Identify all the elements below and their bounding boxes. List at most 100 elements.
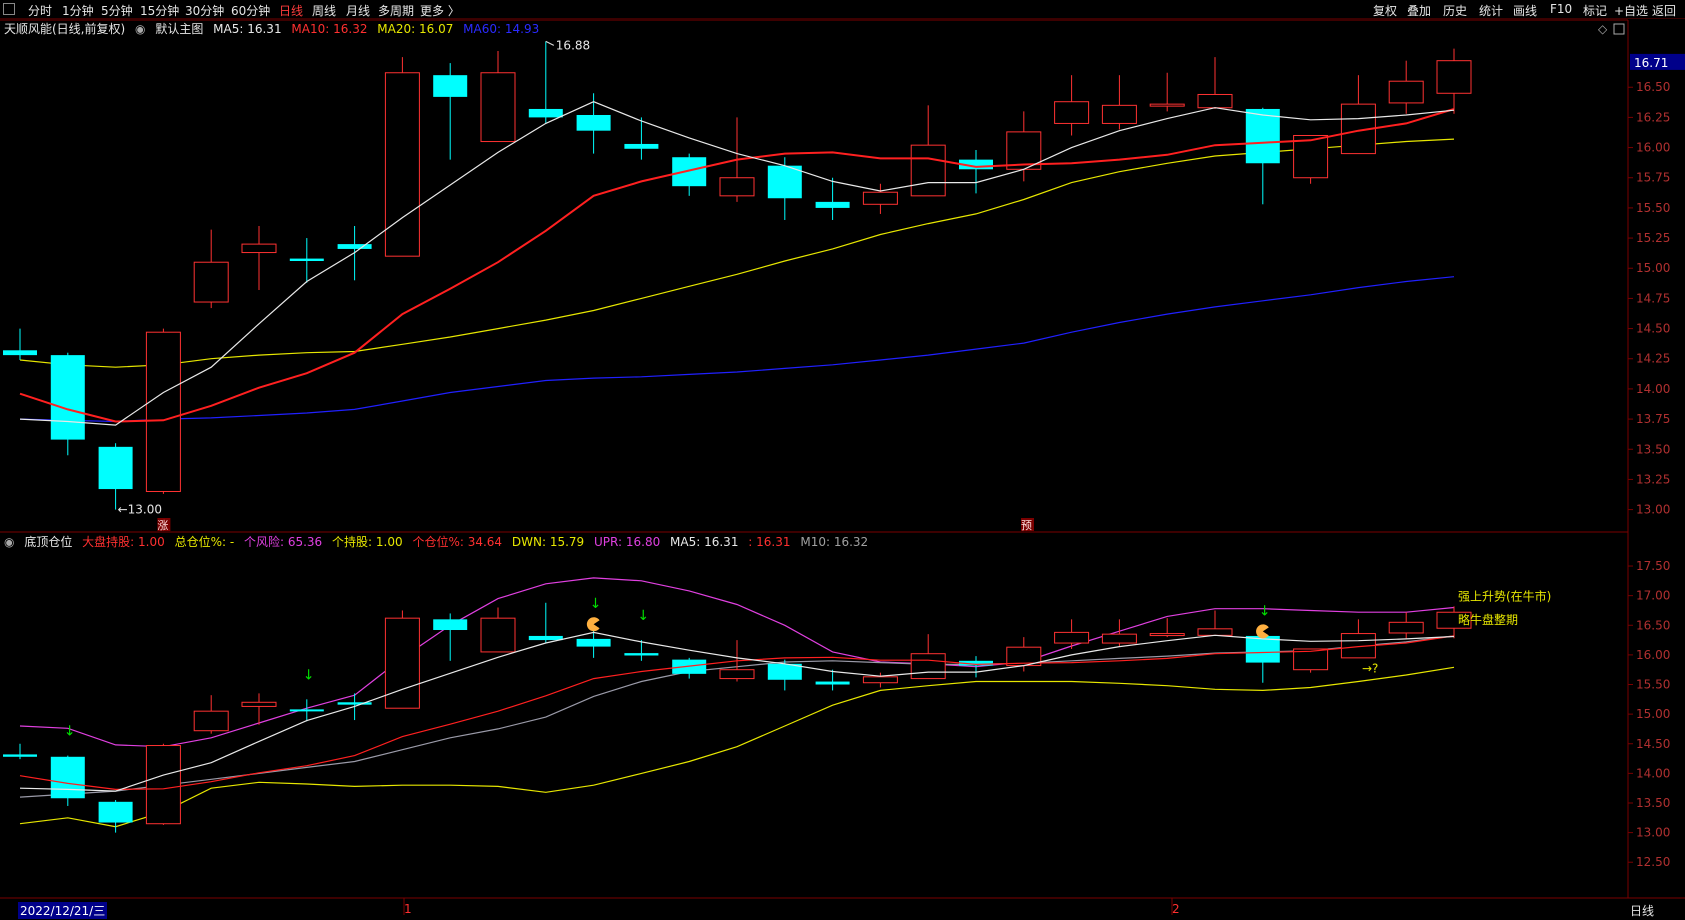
y-tick-label: 15.50 bbox=[1636, 678, 1670, 692]
ind-candle bbox=[289, 709, 324, 712]
main-candle bbox=[289, 258, 324, 262]
high-label: 16.88 bbox=[556, 38, 590, 52]
month-label-1: 1 bbox=[404, 902, 412, 916]
ind-candle bbox=[433, 619, 468, 631]
period-label[interactable]: 日线 bbox=[1630, 902, 1654, 919]
green-down-arrow-icon: ↓ bbox=[637, 608, 649, 624]
main-candle bbox=[241, 243, 277, 254]
main-candle bbox=[1245, 108, 1280, 164]
green-down-arrow-icon: ↓ bbox=[1259, 603, 1271, 619]
ind-candle bbox=[672, 659, 707, 674]
y-tick-label: 16.00 bbox=[1636, 141, 1670, 155]
y-tick-label: 14.50 bbox=[1636, 737, 1670, 751]
y-tick-label: 15.00 bbox=[1636, 261, 1670, 275]
y-tick-label: 13.25 bbox=[1636, 472, 1670, 486]
green-down-arrow-icon: ↓ bbox=[590, 596, 602, 612]
chart-canvas[interactable]: 16.50 16.25 16.00 15.75 15.50 15.25 15.00 14.75… bbox=[0, 0, 1685, 920]
diamond-icon: ◇ bbox=[1598, 22, 1608, 36]
main-candle bbox=[815, 201, 850, 208]
y-tick-label: 14.75 bbox=[1636, 291, 1670, 305]
main-candle bbox=[672, 157, 707, 187]
y-tick-label: 13.00 bbox=[1636, 826, 1670, 840]
ind-candle bbox=[241, 701, 277, 707]
main-candle bbox=[1101, 104, 1137, 124]
y-tick-label: 15.00 bbox=[1636, 707, 1670, 721]
y-tick-label: 13.50 bbox=[1636, 442, 1670, 456]
marker-zhang: 涨 bbox=[157, 519, 168, 532]
pacman-icon bbox=[586, 617, 600, 632]
low-label: ←13.00 bbox=[118, 503, 162, 517]
ind-candle bbox=[1149, 633, 1185, 637]
price-tag: 16.71 bbox=[1634, 56, 1668, 70]
main-candle bbox=[767, 165, 802, 199]
y-tick-label: 15.75 bbox=[1636, 171, 1670, 185]
main-candle bbox=[145, 331, 181, 492]
ma60-line bbox=[19, 276, 1455, 423]
dwn-line bbox=[19, 666, 1455, 828]
bottom-axis-bar: 2022/12/21/三 1 2 日线 bbox=[0, 900, 1685, 920]
trend-label-1: 强上升势(在牛市) bbox=[1458, 588, 1551, 603]
ind-candle bbox=[98, 801, 133, 823]
y-tick-label: 14.25 bbox=[1636, 352, 1670, 366]
main-candle bbox=[337, 244, 372, 249]
y-tick-label: 15.50 bbox=[1636, 201, 1670, 215]
main-candle bbox=[193, 261, 229, 303]
main-candle bbox=[384, 72, 420, 257]
main-candle bbox=[528, 108, 563, 118]
ind-candle bbox=[815, 681, 850, 685]
ind-candle bbox=[624, 653, 659, 656]
ind-candle bbox=[1054, 631, 1090, 644]
ind-candle bbox=[719, 669, 755, 680]
high-pointer bbox=[545, 40, 555, 46]
cursor-date: 2022/12/21/三 bbox=[18, 902, 108, 919]
ind-candle bbox=[910, 653, 946, 680]
main-candle bbox=[862, 191, 898, 205]
main-candle bbox=[50, 355, 85, 440]
ind-candle bbox=[50, 756, 85, 799]
marker-yu: 预 bbox=[1021, 519, 1032, 532]
main-candle bbox=[719, 177, 755, 197]
trend-label-2: 略牛盘整期 bbox=[1458, 612, 1518, 627]
main-candle bbox=[576, 114, 611, 131]
main-candle bbox=[1436, 60, 1472, 94]
ind-candle bbox=[384, 617, 420, 709]
main-candle bbox=[433, 75, 468, 97]
y-tick-label: 15.25 bbox=[1636, 231, 1670, 245]
y-tick-label: 16.25 bbox=[1636, 110, 1670, 124]
square-icon bbox=[1613, 23, 1625, 35]
y-tick-label: 17.00 bbox=[1636, 589, 1670, 603]
ind-candle bbox=[528, 635, 563, 641]
ind-candle bbox=[1101, 633, 1137, 644]
y-tick-label: 16.50 bbox=[1636, 80, 1670, 94]
y-tick-label: 14.00 bbox=[1636, 382, 1670, 396]
month-label-2: 2 bbox=[1172, 902, 1180, 916]
ind-candle bbox=[576, 638, 611, 647]
y-tick-label: 14.00 bbox=[1636, 766, 1670, 780]
y-tick-label: 14.50 bbox=[1636, 322, 1670, 336]
main-candle bbox=[98, 446, 133, 490]
main-candle bbox=[480, 72, 516, 143]
main-candle bbox=[1149, 103, 1185, 107]
ind-candle bbox=[3, 754, 37, 757]
ind-candle bbox=[1197, 628, 1233, 636]
main-candle bbox=[910, 144, 946, 197]
ind-candle bbox=[862, 676, 898, 684]
question-arrow: →? bbox=[1362, 662, 1378, 676]
ind-candle bbox=[145, 745, 181, 825]
main-candle bbox=[1388, 80, 1424, 104]
y-tick-label: 16.00 bbox=[1636, 648, 1670, 662]
y-tick-label: 17.50 bbox=[1636, 559, 1670, 573]
green-down-arrow-icon: ↓ bbox=[303, 667, 315, 683]
main-candle bbox=[3, 350, 37, 356]
main-candle bbox=[1197, 93, 1233, 109]
main-candle bbox=[624, 143, 659, 149]
y-tick-label: 13.75 bbox=[1636, 412, 1670, 426]
y-tick-label: 13.50 bbox=[1636, 796, 1670, 810]
y-tick-label: 13.00 bbox=[1636, 503, 1670, 517]
green-down-arrow-icon: ↓ bbox=[64, 724, 76, 740]
ind-candle bbox=[480, 617, 516, 653]
ind-candle bbox=[1388, 621, 1424, 634]
y-tick-label: 16.50 bbox=[1636, 618, 1670, 632]
y-tick-label: 12.50 bbox=[1636, 855, 1670, 869]
ind-candle bbox=[193, 710, 229, 732]
